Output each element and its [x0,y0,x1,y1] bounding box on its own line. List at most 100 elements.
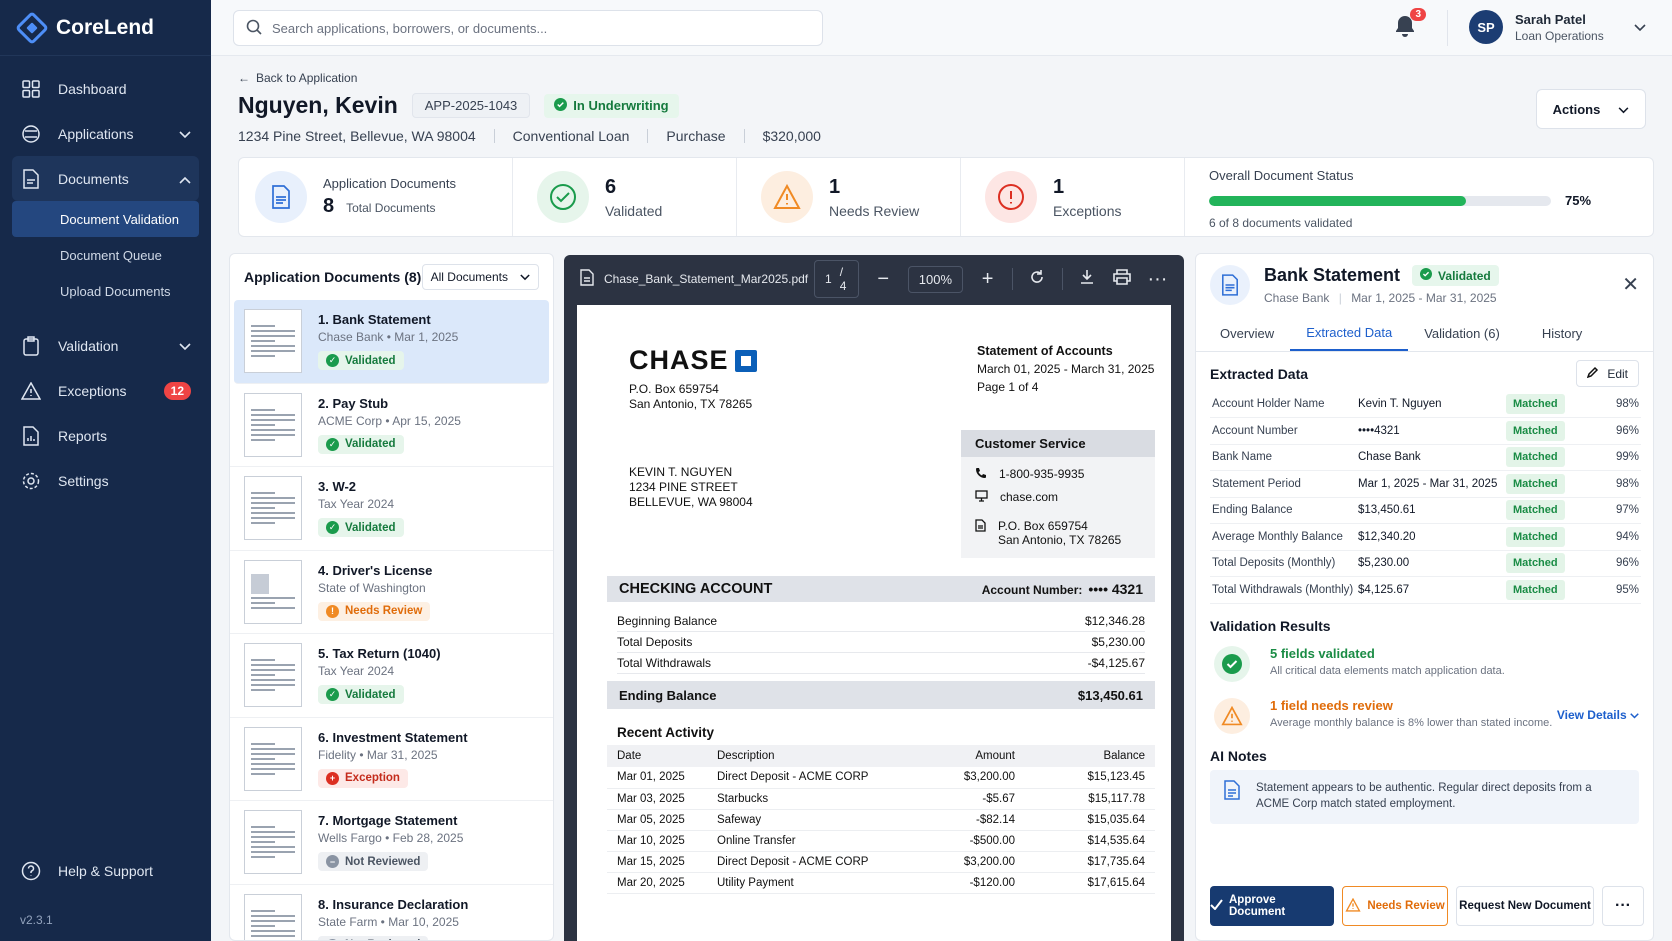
documents-filter-select[interactable]: All Documents [421,264,539,290]
user-menu[interactable]: SP Sarah Patel Loan Operations [1469,10,1646,44]
document-icon [1210,265,1250,305]
document-list-item[interactable]: 8. Insurance Declaration State Farm • Mar… [230,885,553,940]
document-list-item[interactable]: 7. Mortgage Statement Wells Fargo • Feb 2… [230,801,553,885]
summary-title: Application Documents [323,176,456,191]
cs-address: P.O. Box 659754 San Antonio, TX 78265 [998,519,1121,547]
notification-count-badge: 3 [1410,8,1426,21]
recent-activity-title: Recent Activity [617,725,715,740]
document-list-item[interactable]: 4. Driver's License State of Washington! N… [230,551,553,634]
view-details-link[interactable]: View Details [1557,708,1639,722]
document-thumbnail [244,810,302,875]
extracted-field-row[interactable]: Statement Period Mar 1, 2025 - Mar 31, 20… [1210,470,1641,498]
document-list-item[interactable]: 6. Investment Statement Fidelity • Mar 31… [230,718,553,801]
document-subtitle: State of Washington [318,580,426,595]
table-cell: Mar 03, 2025 [607,788,707,810]
field-name: Ending Balance [1210,497,1356,524]
document-list-item[interactable]: 5. Tax Return (1040) Tax Year 2024 ✓ Valida… [230,634,553,718]
notifications-button[interactable]: 3 [1394,8,1426,40]
edit-button[interactable]: Edit [1576,360,1639,387]
table-cell: $3,200.00 [925,767,1025,789]
document-thumbnail [244,309,302,374]
document-info: 4. Driver's License State of Washington! N… [318,563,432,621]
status-text: Validated [1438,268,1491,283]
check-icon [1210,899,1223,913]
statement-header: Statement of Accounts March 01, 2025 - M… [977,342,1154,396]
more-options-button[interactable]: ··· [1147,266,1168,292]
extracted-field-row[interactable]: Total Deposits (Monthly) $5,230.00 Matched… [1210,550,1641,577]
needs-review-count: 1 [829,175,841,198]
sidebar-item-validation[interactable]: Validation [0,323,211,368]
cs-web: chase.com [1000,490,1059,504]
field-status-cell: Matched [1504,523,1600,551]
page-selector[interactable]: 1 / 4 [814,260,859,298]
sidebar-subitem-document-validation[interactable]: Document Validation [12,201,199,237]
download-button[interactable] [1077,266,1098,292]
column-header: Description [707,745,925,767]
tab-extracted-data[interactable]: Extracted Data [1290,316,1409,351]
field-status-cell: Matched [1504,417,1600,445]
zoom-in-button[interactable]: + [977,266,998,292]
cs-address-line: P.O. Box 659754 [998,519,1088,533]
chevron-down-icon [1634,20,1646,35]
app-logo[interactable]: CoreLend [0,0,211,56]
document-info: 6. Investment Statement Fidelity • Mar 31… [318,730,468,788]
sidebar-subitem-upload-documents[interactable]: Upload Documents [0,273,211,309]
tab-validation[interactable]: Validation (6) [1408,316,1516,351]
extracted-field-row[interactable]: Average Monthly Balance $12,340.20 Matched… [1210,523,1641,551]
sidebar-item-settings[interactable]: Settings [0,458,211,503]
status-badge: ! Needs Review [318,601,431,621]
extracted-field-row[interactable]: Total Withdrawals (Monthly) $4,125.67 Matc… [1210,576,1641,604]
sidebar-item-dashboard[interactable]: Dashboard [0,66,211,111]
search-input[interactable] [272,20,810,36]
close-button[interactable]: ✕ [1622,272,1639,297]
extracted-field-row[interactable]: Ending Balance $13,450.61 Matched 97% [1210,497,1641,524]
more-actions-button[interactable]: ··· [1602,886,1644,926]
document-list-item[interactable]: 3. W-2 Tax Year 2024 ✓ Validated [230,467,553,551]
zoom-level[interactable]: 100% [907,265,964,293]
ai-notes-text: Statement appears to be authentic. Regul… [1256,781,1592,810]
request-new-document-button[interactable]: Request New Document [1456,886,1594,926]
zoom-out-button[interactable]: − [873,266,894,292]
cs-phone-row: 1-800-935-9935 [961,463,1155,486]
chevron-up-icon [179,171,191,187]
rotate-button[interactable] [1027,266,1048,292]
document-list-item[interactable]: 2. Pay Stub ACME Corp • Apr 15, 2025 ✓ Vali… [230,384,553,467]
sidebar-item-documents[interactable]: Documents [12,156,199,201]
extracted-field-row[interactable]: Account Holder Name Kevin T. Nguyen Matche… [1210,391,1641,418]
balance-value: $12,346.28 [1084,614,1145,628]
matched-badge: Matched [1506,473,1565,494]
extracted-data-table: Account Holder Name Kevin T. Nguyen Matche… [1210,391,1641,604]
extracted-field-row[interactable]: Bank Name Chase Bank Matched 99% [1210,444,1641,471]
document-subtitle: Wells Fargo • Feb 28, 2025 [318,831,464,846]
account-number-block: Account Number: •••• 4321 [982,581,1143,597]
tab-history[interactable]: History [1526,316,1598,351]
sidebar-item-reports[interactable]: Reports [0,413,211,458]
help-icon [20,860,42,882]
field-confidence: 98% [1599,391,1641,418]
document-name: 1. Bank Statement [318,312,431,328]
summary-total-row: 8 Total Documents [323,195,456,218]
table-cell: Safeway [707,809,925,831]
viewer-file: Chase_Bank_Statement_Mar2025.pdf [580,269,808,289]
recipient-line: KEVIN T. NGUYEN [629,465,733,479]
tab-overview[interactable]: Overview [1204,316,1290,351]
approve-document-button[interactable]: Approve Document [1210,886,1334,926]
sidebar-item-applications[interactable]: Applications [0,111,211,156]
global-search[interactable] [233,10,823,46]
back-to-application-link[interactable]: ← Back to Application [238,71,357,85]
bank-logo: CHASE [629,345,757,376]
print-button[interactable] [1112,266,1133,292]
actions-dropdown-button[interactable]: Actions [1536,89,1646,129]
needs-review-button[interactable]: Needs Review [1342,886,1448,926]
sidebar-subitem-document-queue[interactable]: Document Queue [0,237,211,273]
table-cell: $15,035.64 [1025,809,1155,831]
document-list-item[interactable]: 1. Bank Statement Chase Bank • Mar 1, 202… [234,300,549,384]
cs-phone: 1-800-935-9935 [999,467,1085,481]
total-pages: / 4 [839,265,847,293]
viewer-toolbar: Chase_Bank_Statement_Mar2025.pdf 1 / 4 −… [564,255,1184,303]
table-cell: Mar 15, 2025 [607,851,707,873]
extracted-field-row[interactable]: Account Number ••••4321 Matched 96% [1210,417,1641,445]
help-support-link[interactable]: Help & Support [0,848,211,893]
phone-icon [975,467,987,482]
sidebar-item-exceptions[interactable]: Exceptions 12 [0,368,211,413]
